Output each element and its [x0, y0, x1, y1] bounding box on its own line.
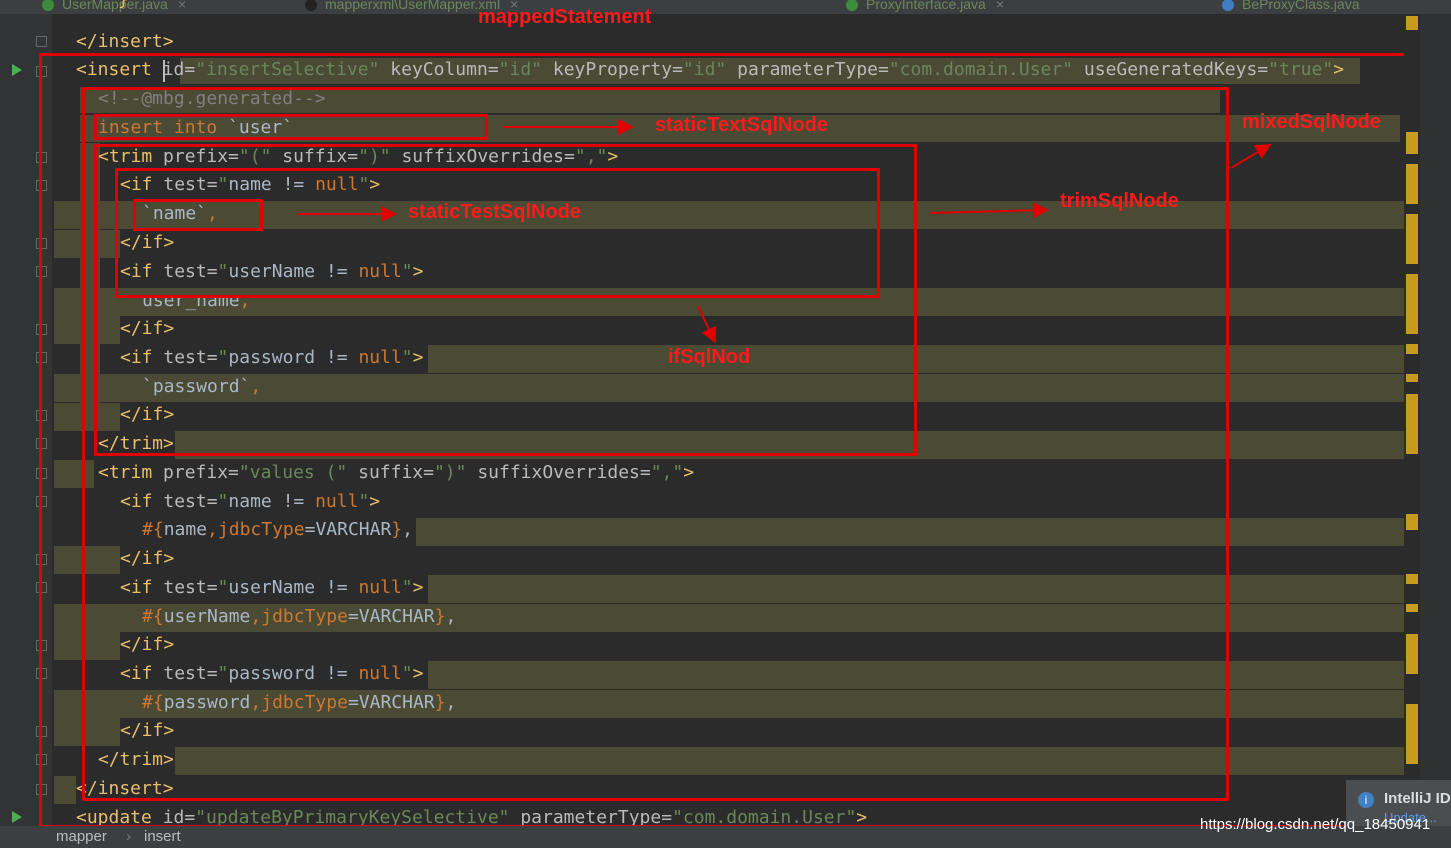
breadcrumb-separator: ›	[126, 828, 131, 845]
stripe-mark[interactable]	[1406, 374, 1418, 382]
stripe-mark[interactable]	[1406, 574, 1418, 584]
arrow-mixed	[1230, 143, 1272, 169]
stripe-mark[interactable]	[1406, 16, 1418, 30]
stripe-mark[interactable]	[1406, 132, 1418, 154]
watermark: https://blog.csdn.net/qq_18450941	[1200, 816, 1431, 833]
error-stripe[interactable]	[1404, 14, 1420, 826]
notification-title: IntelliJ ID	[1384, 790, 1451, 807]
stripe-mark[interactable]	[1406, 634, 1418, 674]
stripe-mark[interactable]	[1406, 274, 1418, 334]
breadcrumb-mapper[interactable]: mapper	[56, 826, 107, 848]
stripe-mark[interactable]	[1406, 164, 1418, 204]
stripe-mark[interactable]	[1406, 604, 1418, 612]
stripe-mark[interactable]	[1406, 394, 1418, 454]
breadcrumb-insert[interactable]: insert	[144, 826, 181, 848]
stripe-mark[interactable]	[1406, 514, 1418, 530]
info-icon: i	[1358, 792, 1374, 808]
code-minimap[interactable]	[1420, 14, 1451, 784]
arrow-trim	[929, 202, 1049, 219]
stripe-mark[interactable]	[1406, 214, 1418, 264]
stripe-mark[interactable]	[1406, 704, 1418, 764]
stripe-mark[interactable]	[1406, 344, 1418, 354]
annotation-arrows	[297, 119, 1272, 344]
arrow-if	[697, 305, 717, 344]
